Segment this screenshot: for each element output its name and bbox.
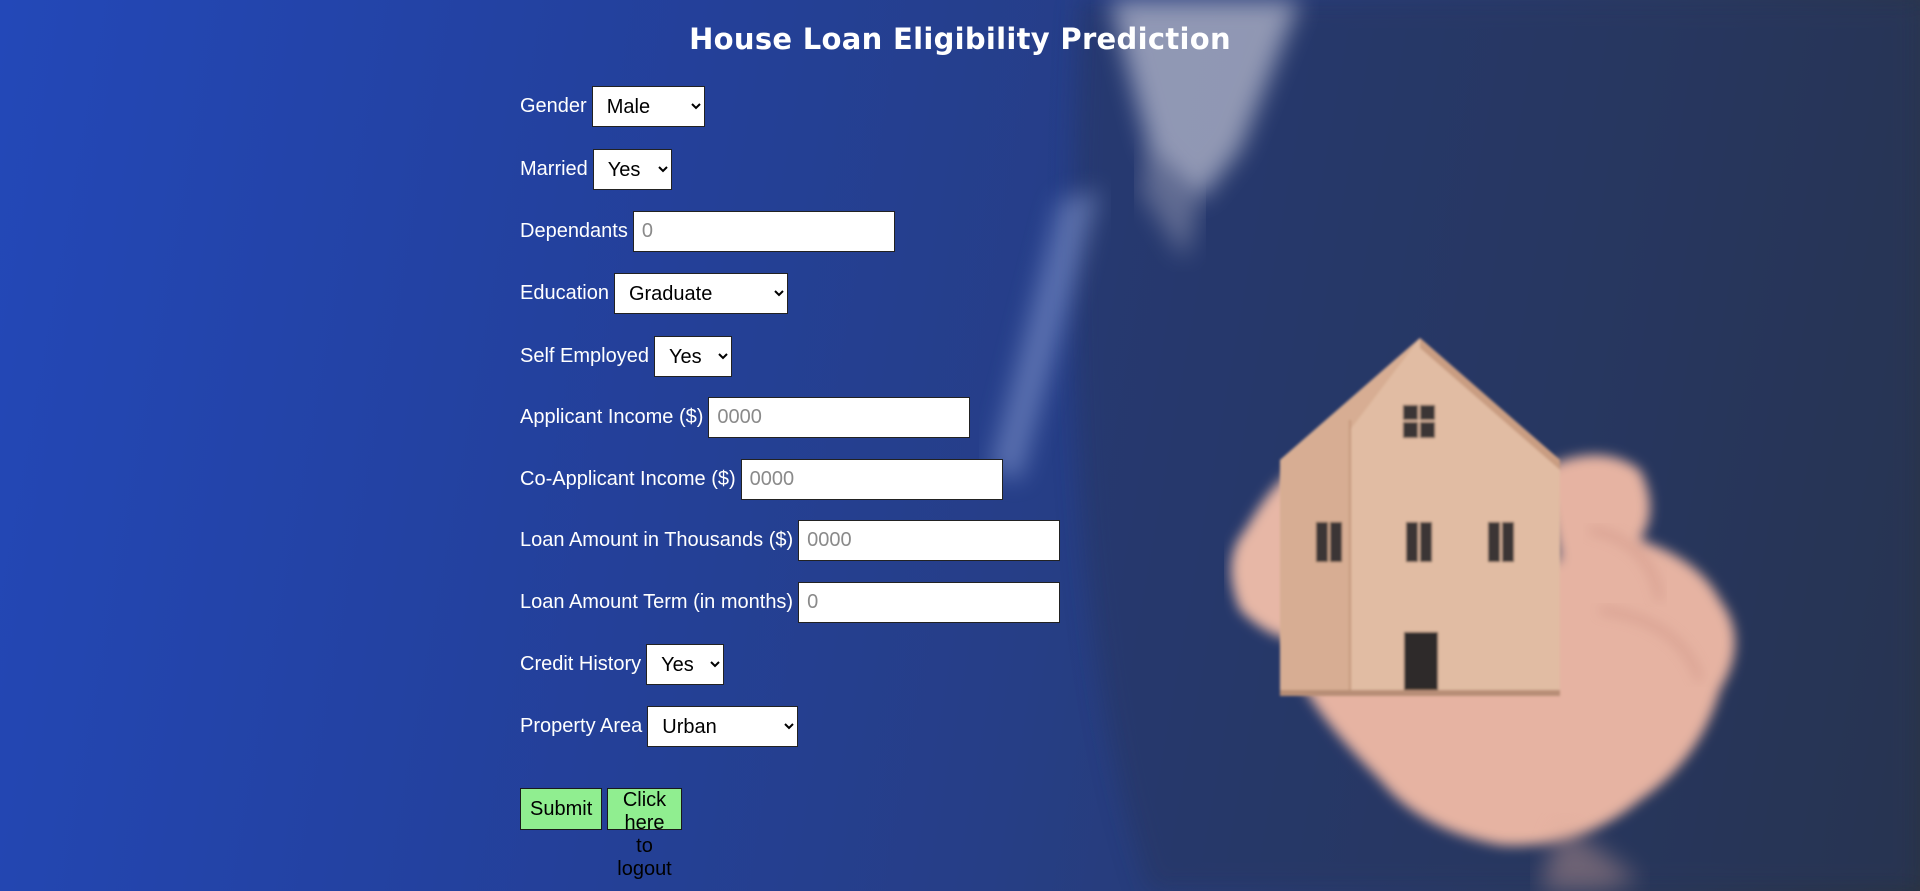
loan-amount-label: Loan Amount in Thousands ($)	[520, 529, 794, 551]
dependants-label: Dependants	[520, 220, 628, 242]
gender-select[interactable]: Male	[591, 86, 705, 127]
coapplicant-income-input[interactable]	[740, 459, 1003, 500]
background-image	[0, 0, 1920, 891]
credit-history-select[interactable]: Yes	[646, 644, 725, 685]
dependants-input[interactable]	[632, 211, 895, 252]
credit-history-row: Credit History Yes	[520, 644, 725, 685]
education-label: Education	[520, 282, 609, 304]
coapplicant-income-row: Co-Applicant Income ($)	[520, 459, 1003, 500]
self-employed-row: Self Employed Yes	[520, 336, 732, 377]
property-area-select[interactable]: Urban	[647, 706, 799, 747]
coapplicant-income-label: Co-Applicant Income ($)	[520, 468, 736, 490]
dependants-row: Dependants	[520, 211, 895, 252]
applicant-income-row: Applicant Income ($)	[520, 397, 971, 438]
loan-term-label: Loan Amount Term (in months)	[520, 591, 794, 613]
form-actions: Submit Click here to logout	[520, 788, 687, 880]
gender-label: Gender	[520, 95, 587, 117]
education-row: Education Graduate	[520, 273, 788, 314]
married-label: Married	[520, 158, 588, 180]
self-employed-select[interactable]: Yes	[653, 336, 732, 377]
self-employed-label: Self Employed	[520, 345, 649, 367]
credit-history-label: Credit History	[520, 653, 642, 675]
loan-term-input[interactable]	[798, 582, 1061, 623]
education-select[interactable]: Graduate	[613, 273, 788, 314]
submit-button[interactable]: Submit	[520, 788, 603, 830]
loan-term-row: Loan Amount Term (in months)	[520, 582, 1061, 623]
married-select[interactable]: Yes	[592, 149, 672, 190]
applicant-income-input[interactable]	[708, 397, 971, 438]
hand-holding-house-image	[990, 0, 1920, 891]
property-area-label: Property Area	[520, 715, 643, 737]
loan-amount-row: Loan Amount in Thousands ($)	[520, 520, 1061, 561]
applicant-income-label: Applicant Income ($)	[520, 406, 704, 428]
married-row: Married Yes	[520, 149, 672, 190]
gender-row: Gender Male	[520, 86, 705, 127]
page-title: House Loan Eligibility Prediction	[689, 22, 1231, 56]
logout-button[interactable]: Click here to logout	[607, 788, 682, 880]
property-area-row: Property Area Urban	[520, 706, 799, 747]
loan-amount-input[interactable]	[798, 520, 1061, 561]
